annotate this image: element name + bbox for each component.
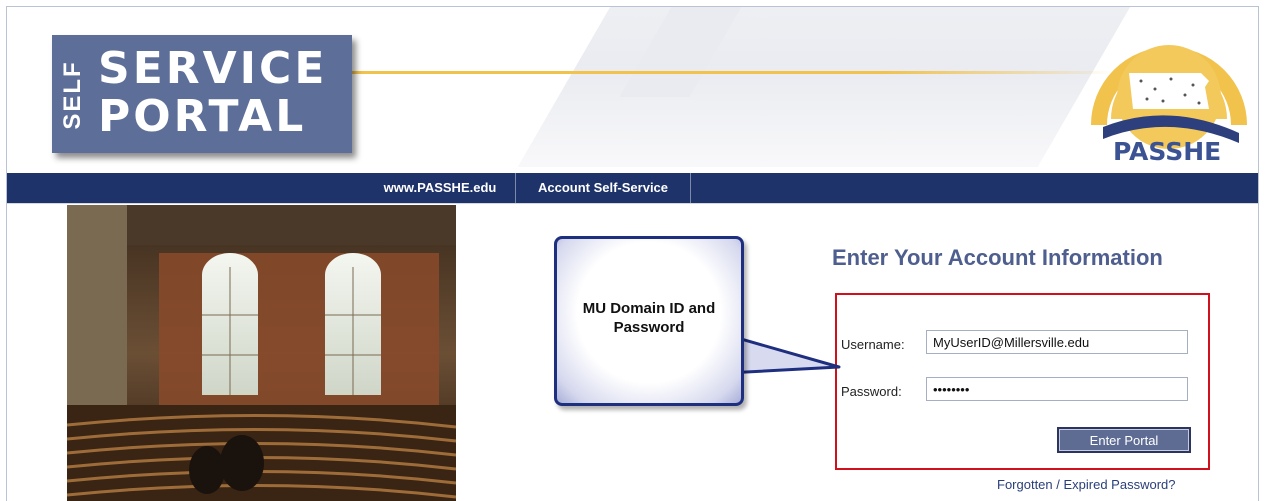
password-label: Password: bbox=[841, 384, 902, 399]
logo-self-text: SELF bbox=[59, 60, 86, 130]
logo-service-text: SERVICE bbox=[98, 43, 328, 94]
auditorium-photo bbox=[67, 205, 456, 501]
username-input[interactable] bbox=[926, 330, 1188, 354]
password-input[interactable] bbox=[926, 377, 1188, 401]
header-decoration bbox=[517, 7, 1177, 167]
passhe-logo: PASSHE bbox=[1089, 15, 1249, 167]
nav-link-account-self-service[interactable]: Account Self-Service bbox=[516, 173, 690, 203]
header-gold-line bbox=[337, 71, 1117, 74]
portal-page: SELF SERVICE PORTAL PASSHE www.PASSHE.ed… bbox=[6, 6, 1259, 501]
portal-header: SELF SERVICE PORTAL PASSHE bbox=[7, 7, 1258, 173]
logo-portal-text: PORTAL bbox=[98, 91, 307, 142]
self-service-portal-logo: SELF SERVICE PORTAL bbox=[52, 35, 352, 153]
callout-pointer-icon bbox=[727, 333, 841, 375]
top-navigation: www.PASSHE.edu Account Self-Service bbox=[7, 173, 1258, 204]
callout-line-2: Password bbox=[613, 319, 685, 336]
form-title: Enter Your Account Information bbox=[832, 245, 1163, 270]
forgot-password-link[interactable]: Forgotten / Expired Password? bbox=[997, 477, 1175, 492]
nav-divider bbox=[690, 173, 691, 203]
username-label: Username: bbox=[841, 337, 905, 352]
enter-portal-button[interactable]: Enter Portal bbox=[1057, 427, 1191, 453]
instruction-callout: MU Domain ID and Password bbox=[554, 236, 744, 406]
callout-line-1: MU Domain ID and bbox=[582, 300, 716, 317]
auditorium-image bbox=[67, 205, 456, 501]
passhe-logo-text: PASSHE bbox=[1113, 137, 1222, 166]
nav-link-passhe[interactable]: www.PASSHE.edu bbox=[365, 173, 515, 203]
callout-text: MU Domain ID and Password bbox=[557, 299, 741, 337]
